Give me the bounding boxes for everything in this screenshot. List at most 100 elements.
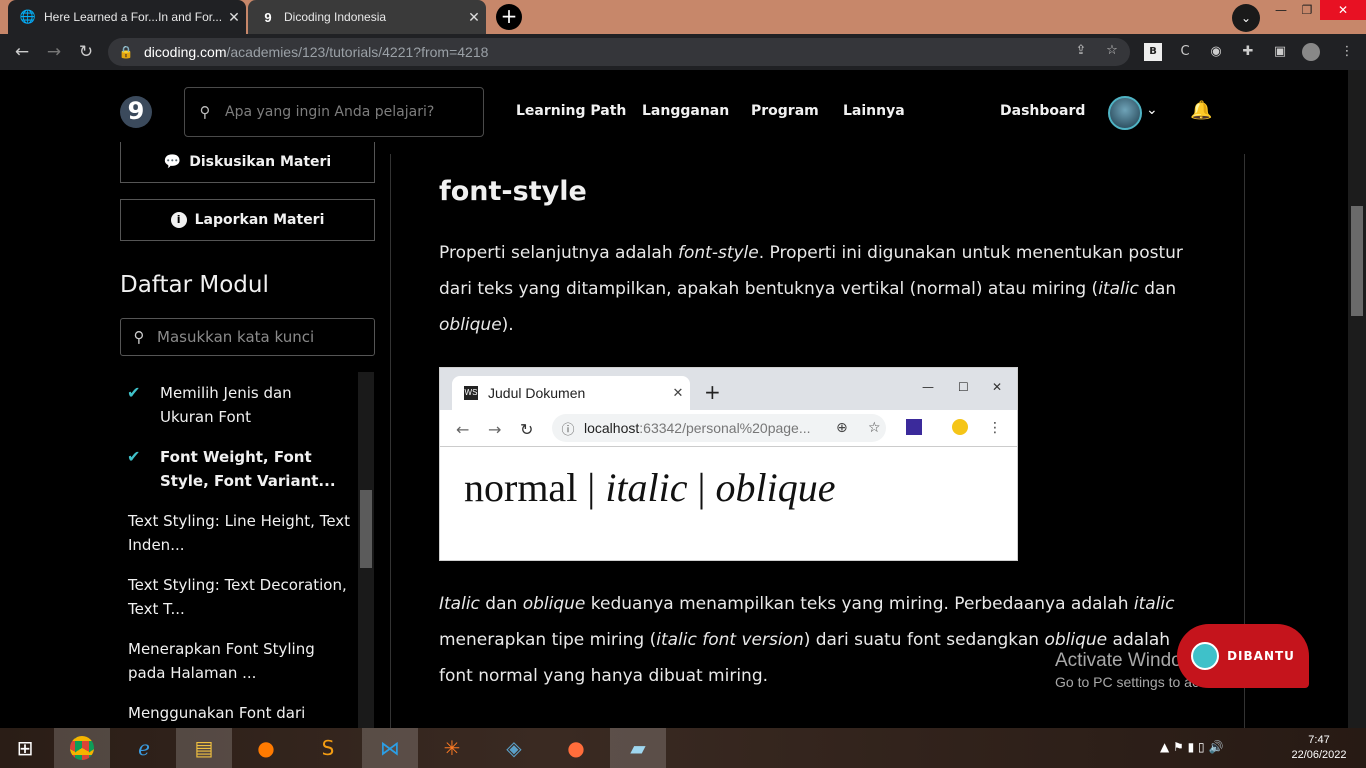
address-bar[interactable]: 🔒 dicoding.com/academies/123/tutorials/4… (108, 38, 1130, 66)
mysql-workbench-icon[interactable]: ◈ (486, 728, 542, 768)
browser-tab-2[interactable]: 9 Dicoding Indonesia ✕ (248, 0, 486, 34)
nav-dashboard[interactable]: Dashboard (1000, 103, 1085, 119)
minimize-icon: — (922, 380, 934, 394)
search-icon: ⚲ (199, 103, 211, 121)
vscode-icon[interactable]: ⋈ (362, 728, 418, 768)
nav-learning-path[interactable]: Learning Path (516, 103, 626, 119)
text: dan (479, 594, 523, 614)
sublime-text-icon[interactable]: S (300, 728, 356, 768)
internet-explorer-icon[interactable]: ℯ (116, 728, 172, 768)
nav-program[interactable]: Program (751, 103, 819, 119)
close-icon: ✕ (992, 380, 1003, 394)
scrollbar-thumb[interactable] (1351, 206, 1363, 316)
extension-c-icon[interactable]: C (1176, 43, 1194, 61)
chat-bubble-icon: 💬 (163, 154, 182, 170)
text: dan (1138, 279, 1177, 299)
menu-icon: ⋮ (988, 420, 1002, 436)
module-item-current[interactable]: Font Weight, Font Style, Font Variant... (160, 445, 350, 493)
help-label: DIBANTU (1227, 649, 1295, 663)
chrome-menu-icon[interactable]: ⋮ (1338, 43, 1356, 61)
user-avatar[interactable] (1108, 96, 1142, 130)
close-window-icon[interactable]: ✕ (1320, 0, 1366, 20)
forward-icon[interactable]: → (44, 42, 64, 62)
example-url-rest: :63342/personal%20page... (639, 420, 811, 436)
maximize-icon: ☐ (958, 380, 969, 394)
profile-avatar-icon[interactable] (1302, 43, 1320, 61)
notepad-icon[interactable]: ▰ (610, 728, 666, 768)
scrollbar-thumb[interactable] (360, 490, 372, 568)
italic-text: oblique (439, 315, 502, 335)
firefox-icon[interactable]: ● (238, 728, 294, 768)
example-url-host: localhost (584, 420, 640, 436)
module-search-input[interactable]: ⚲ Masukkan kata kunci (120, 318, 375, 356)
italic-text: Italic (439, 594, 480, 614)
browser-tab-1[interactable]: 🌐 Here Learned a For...In and For...c ✕ (8, 0, 246, 34)
page-scrollbar[interactable] (1348, 70, 1366, 728)
dicoding-logo[interactable]: 9 (120, 96, 152, 128)
zoom-icon: ⊕ (836, 420, 848, 436)
tab-title: Dicoding Indonesia (284, 10, 387, 24)
share-icon[interactable]: ⇪ (1072, 42, 1090, 60)
extension-glasses-icon[interactable]: ◉ (1207, 43, 1225, 61)
module-list-scrollbar[interactable] (358, 372, 374, 728)
extension-b-icon[interactable]: B (1144, 43, 1162, 61)
close-tab-icon[interactable]: ✕ (222, 9, 246, 26)
search-icon: ⚲ (133, 328, 145, 346)
close-tab-icon[interactable]: ✕ (462, 9, 486, 26)
side-panel-icon[interactable]: ▣ (1271, 43, 1289, 61)
module-item[interactable]: Text Styling: Text Decoration, Text T... (128, 573, 358, 621)
report-material-button[interactable]: i Laporkan Materi (120, 199, 375, 241)
sample-oblique: oblique (715, 465, 836, 510)
browser-tab-strip: 🌐 Here Learned a For...In and For...c ✕ … (0, 0, 1366, 34)
italic-text: italic (1098, 279, 1139, 299)
tab-search-chevron-icon[interactable]: ⌄ (1232, 4, 1260, 32)
module-list-title: Daftar Modul (120, 272, 269, 298)
text: Properti selanjutnya adalah (439, 243, 678, 263)
xampp-icon[interactable]: ✳ (424, 728, 480, 768)
bookmark-star-icon[interactable]: ☆ (1103, 42, 1121, 60)
webstorm-icon: WS (464, 386, 478, 400)
extensions-puzzle-icon[interactable]: ✚ (1239, 43, 1257, 61)
nav-langganan[interactable]: Langganan (642, 103, 729, 119)
info-icon: i (170, 212, 187, 228)
postman-icon[interactable]: ● (548, 728, 604, 768)
module-item[interactable]: Text Styling: Line Height, Text Inden... (128, 509, 358, 557)
windows-start-icon[interactable]: ⊞ (0, 728, 50, 768)
back-icon: ← (456, 420, 470, 439)
info-icon: ⓘ (561, 421, 575, 437)
text: menerapkan tipe miring ( (439, 630, 657, 650)
url-path: /academies/123/tutorials/4221?from=4218 (226, 44, 489, 60)
module-item[interactable]: Menggunakan Font dari (128, 701, 358, 725)
system-tray[interactable]: ▲ ⚑ ▮ ▯ 🔊 (1160, 740, 1223, 754)
module-item[interactable]: Menerapkan Font Styling pada Halaman ... (128, 637, 338, 685)
discuss-material-button[interactable]: 💬 Diskusikan Materi (120, 142, 375, 183)
clock-date: 22/06/2022 (1291, 749, 1347, 761)
italic-text: italic font version (656, 630, 804, 650)
reload-icon[interactable]: ↻ (76, 42, 96, 62)
nav-lainnya[interactable]: Lainnya (843, 103, 905, 119)
help-button[interactable]: DIBANTU (1177, 624, 1309, 688)
italic-text: italic (1133, 594, 1175, 614)
back-icon[interactable]: ← (12, 42, 32, 62)
system-clock[interactable]: 7:47 22/06/2022 (1284, 733, 1354, 763)
site-search-input[interactable]: ⚲ Apa yang ingin Anda pelajari? (184, 87, 484, 137)
browser-toolbar: ← → ↻ 🔒 dicoding.com/academies/123/tutor… (0, 34, 1366, 70)
new-tab-button[interactable]: + (496, 4, 522, 30)
module-search-placeholder: Masukkan kata kunci (157, 328, 315, 346)
sample-italic: italic (605, 465, 688, 510)
module-item[interactable]: Memilih Jenis dan Ukuran Font (160, 381, 350, 429)
profile-icon (952, 419, 968, 435)
report-label: Laporkan Materi (194, 212, 325, 228)
chevron-down-icon[interactable]: ⌄ (1146, 102, 1158, 118)
chrome-taskbar-icon[interactable] (54, 728, 110, 768)
text: keduanya menampilkan teks yang miring. P… (585, 594, 1134, 614)
restore-icon[interactable]: ❐ (1294, 0, 1320, 20)
search-placeholder: Apa yang ingin Anda pelajari? (225, 104, 435, 120)
example-tab: WS Judul Dokumen ✕ (452, 376, 690, 410)
minimize-icon[interactable]: — (1268, 0, 1294, 20)
forward-icon: → (488, 420, 502, 439)
section-heading: font-style (439, 176, 587, 207)
file-explorer-icon[interactable]: ▤ (176, 728, 232, 768)
notification-bell-icon[interactable]: 🔔 (1190, 100, 1212, 121)
bot-icon (1191, 642, 1220, 670)
